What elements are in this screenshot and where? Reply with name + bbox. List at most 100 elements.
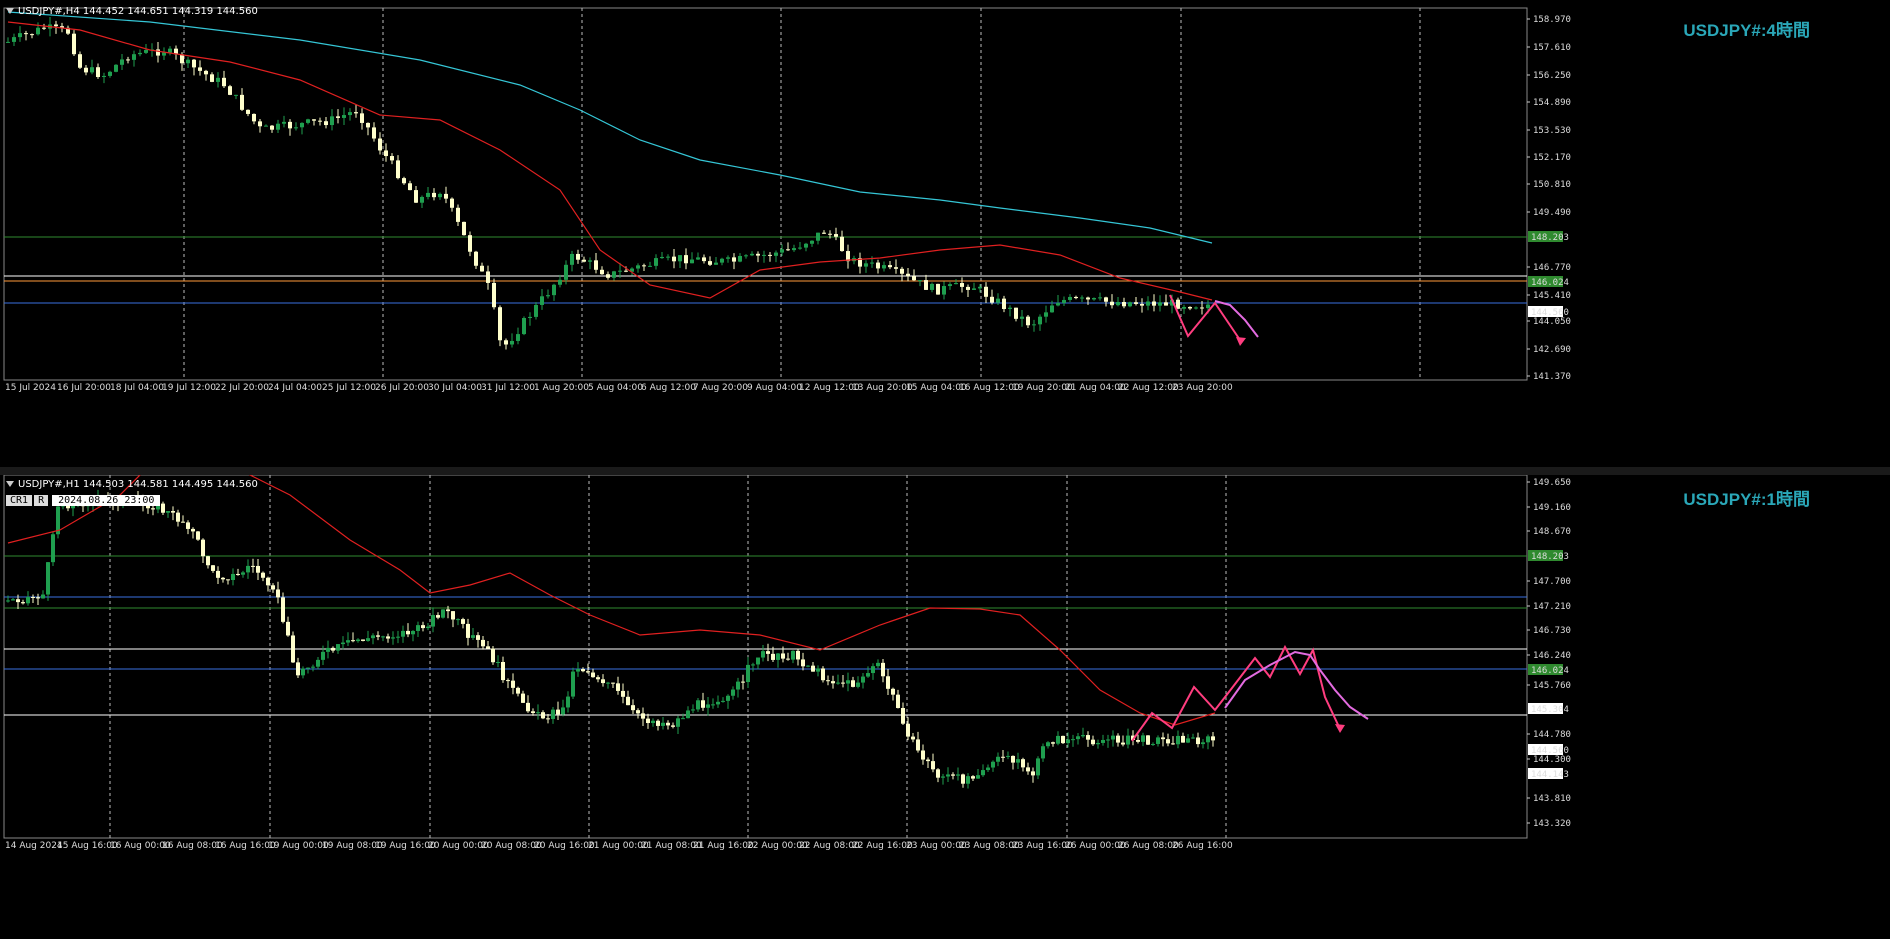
candle [102, 75, 106, 78]
candle [176, 512, 180, 522]
candle [1036, 758, 1040, 776]
crosshair-time: 2024.08.26 23:00 [52, 495, 161, 506]
candle [1038, 316, 1042, 325]
h1-chart-canvas[interactable]: 149.650 149.160 148.670 148.203 147.700 147.2… [0, 475, 1890, 939]
candle [601, 679, 605, 684]
price-label: 145.760 [1533, 681, 1571, 691]
time-label: 7 Aug 20:00 [693, 383, 748, 393]
candle [420, 196, 424, 203]
candle [751, 664, 755, 666]
candle [1126, 735, 1130, 745]
candle [366, 122, 370, 128]
candle [1074, 296, 1078, 299]
candle [481, 639, 485, 647]
candle [222, 77, 226, 87]
candle [671, 725, 675, 727]
candle [596, 677, 600, 680]
candle [376, 635, 380, 637]
candle [432, 192, 436, 198]
candle [911, 736, 915, 740]
candle [96, 67, 100, 78]
h1-header: USDJPY#,H1 144.503 144.581 144.495 144.5… [6, 479, 258, 490]
candle [816, 668, 820, 672]
candle [516, 334, 520, 341]
candle [656, 720, 660, 726]
candle [206, 556, 210, 566]
time-label: 5 Aug 04:00 [588, 383, 643, 393]
candle [708, 261, 712, 265]
candle [492, 282, 496, 308]
candle [12, 37, 16, 42]
time-label: 31 Jul 12:00 [481, 383, 535, 393]
candle [270, 125, 274, 130]
candle [1188, 306, 1192, 309]
candle [211, 565, 215, 571]
candle [546, 718, 550, 720]
chart-pane-h4[interactable]: 158.970 157.610 156.250 154.890 153.530 152.1… [0, 0, 1890, 467]
r-button[interactable]: R [34, 495, 49, 506]
chart-pane-h1[interactable]: 149.650 149.160 148.670 148.203 147.700 147.2… [0, 475, 1890, 939]
candle [986, 767, 990, 771]
candle [1062, 299, 1066, 303]
time-label: 14 Aug 2024 [5, 841, 63, 851]
candle [156, 49, 160, 56]
candle [351, 640, 355, 642]
candle [1152, 301, 1156, 306]
candle [31, 596, 35, 598]
candle [900, 268, 904, 274]
candle [336, 116, 340, 118]
candle [1086, 297, 1090, 300]
candle [486, 646, 490, 649]
candle [1164, 302, 1168, 306]
candle [18, 33, 22, 38]
time-label: 26 Aug 00:00 [1065, 841, 1126, 851]
candle [701, 700, 705, 708]
h4-chart-canvas[interactable]: 158.970 157.610 156.250 154.890 153.530 152.1… [0, 0, 1890, 467]
candle [1211, 736, 1215, 741]
candle [132, 54, 136, 60]
candle [660, 256, 664, 259]
time-label: 6 Aug 12:00 [641, 383, 696, 393]
candle [461, 619, 465, 624]
candle [1122, 302, 1126, 307]
candle [1061, 735, 1065, 744]
candle [496, 662, 500, 664]
candle [231, 573, 235, 580]
candle [221, 577, 225, 580]
candle [261, 572, 265, 578]
candle [1200, 307, 1204, 309]
candle [1206, 304, 1210, 309]
candle [612, 271, 616, 278]
candle [991, 761, 995, 768]
candle [996, 756, 1000, 762]
candle [1176, 735, 1180, 745]
candle [582, 259, 586, 262]
candle [416, 625, 420, 631]
candle [24, 33, 28, 35]
candle [462, 221, 466, 236]
candle [540, 296, 544, 305]
candle [1008, 307, 1012, 310]
candle [1001, 756, 1005, 758]
candle [804, 243, 808, 248]
candle [1136, 739, 1140, 742]
candle [636, 710, 640, 714]
candle [252, 113, 256, 122]
cr1-button[interactable]: CR1 [6, 495, 33, 506]
pane-separator[interactable] [0, 467, 1890, 475]
candle [480, 265, 484, 272]
candle [821, 668, 825, 681]
candle [851, 680, 855, 687]
candle [716, 701, 720, 705]
candle [186, 59, 190, 64]
candle [551, 709, 555, 719]
candle [666, 256, 670, 258]
collapse-triangle-icon[interactable] [6, 8, 14, 14]
candle [372, 127, 376, 139]
candle [1146, 301, 1150, 306]
collapse-triangle-icon[interactable] [6, 481, 14, 487]
candle [501, 662, 505, 681]
candle [901, 708, 905, 724]
candle [732, 257, 736, 262]
candle [1068, 296, 1072, 300]
